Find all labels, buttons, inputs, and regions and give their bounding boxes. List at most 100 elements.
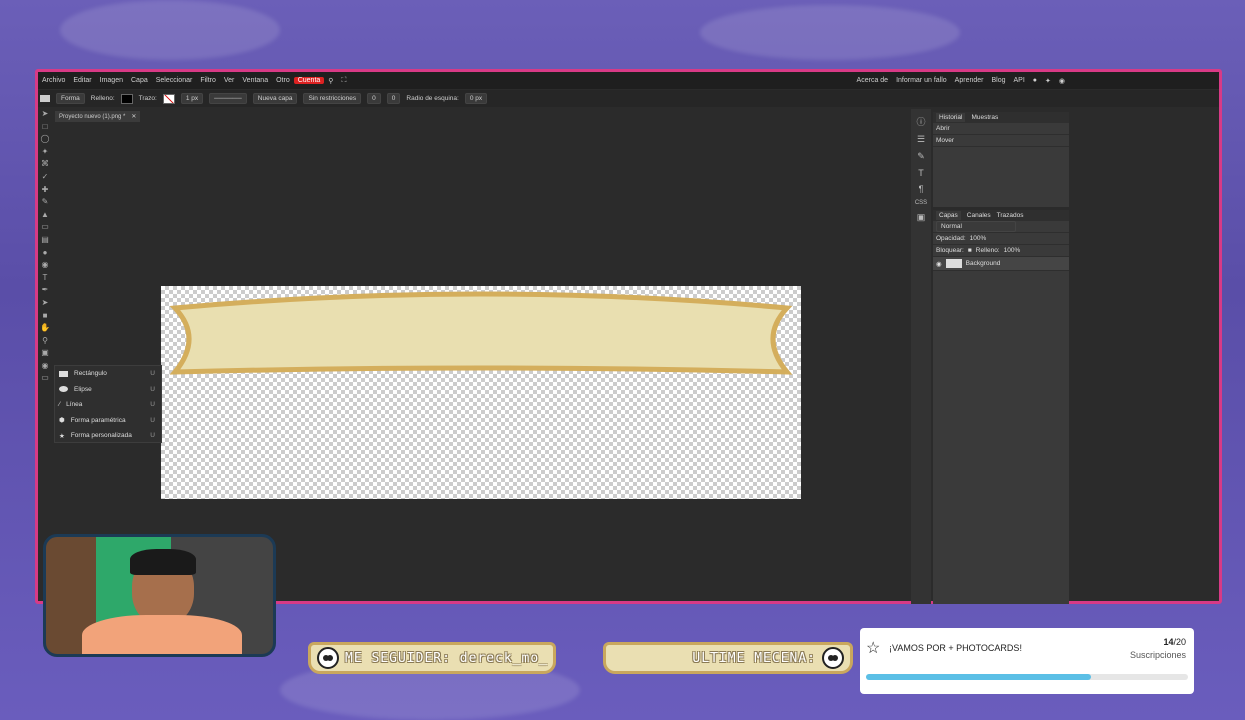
tab-trazados[interactable]: Trazados: [997, 212, 1024, 219]
link-informar-fallo[interactable]: Informar un fallo: [892, 77, 951, 84]
color-swatches-icon[interactable]: ▣: [41, 348, 49, 357]
flyout-custom[interactable]: ★ Forma personalizada U: [55, 428, 161, 444]
twitter-icon[interactable]: ✦: [1041, 77, 1055, 85]
move-tool-icon[interactable]: ➤: [42, 109, 49, 118]
flyout-ellipse[interactable]: Elipse U: [55, 382, 161, 398]
flyout-shortcut: U: [150, 370, 155, 378]
menu-capa[interactable]: Capa: [127, 77, 152, 84]
crop-tool-icon[interactable]: ⌘: [41, 159, 49, 168]
fill-swatch[interactable]: [120, 93, 133, 104]
character-icon[interactable]: T: [918, 168, 924, 178]
shape-tool-icon[interactable]: ■: [43, 311, 48, 320]
flyout-rectangle[interactable]: Rectángulo U: [55, 366, 161, 382]
layer-name: Background: [965, 260, 1001, 267]
tab-muestras[interactable]: Muestras: [971, 114, 998, 121]
magic-wand-icon[interactable]: ✦: [42, 147, 49, 156]
link-api[interactable]: API: [1009, 77, 1028, 84]
eye-icon[interactable]: ◉: [936, 260, 942, 268]
shape-tools-flyout: Rectángulo U Elipse U ∕ Línea U ⬢ Forma …: [54, 365, 162, 443]
stroke-swatch-none[interactable]: [162, 93, 175, 104]
menu-ver[interactable]: Ver: [220, 77, 239, 84]
history-entry[interactable]: Mover: [933, 135, 1069, 147]
brush-tool-icon[interactable]: ✎: [42, 197, 49, 206]
hand-tool-icon[interactable]: ✋: [40, 323, 50, 332]
healing-tool-icon[interactable]: ✚: [42, 185, 49, 194]
marquee-tool-icon[interactable]: □: [43, 122, 48, 131]
follower-text: ME SEGUIDER: dereck_mo_: [345, 650, 549, 666]
flyout-line[interactable]: ∕ Línea U: [55, 397, 161, 413]
width-input[interactable]: 0: [367, 93, 381, 104]
menu-cuenta[interactable]: Cuenta: [293, 77, 325, 84]
eyedropper-icon[interactable]: ✓: [42, 172, 49, 181]
menu-seleccionar[interactable]: Seleccionar: [152, 77, 197, 84]
document-tab-title: Proyecto nuevo (1).png *: [59, 113, 126, 120]
menu-otro[interactable]: Otro: [272, 77, 294, 84]
dodge-tool-icon[interactable]: ◉: [42, 260, 49, 269]
link-acerca[interactable]: Acerca de: [853, 77, 893, 84]
lasso-tool-icon[interactable]: ◯: [41, 134, 50, 143]
document-canvas[interactable]: [161, 286, 801, 499]
pen-tool-icon[interactable]: ✒: [42, 285, 49, 294]
stroke-style-select[interactable]: ──────: [209, 93, 247, 104]
properties-icon[interactable]: ☰: [917, 134, 925, 145]
css-icon[interactable]: CSS: [915, 200, 927, 206]
lock-icon[interactable]: ■: [968, 247, 972, 254]
ribbon-shape: [169, 291, 793, 375]
menu-editar[interactable]: Editar: [69, 77, 95, 84]
path-select-icon[interactable]: ➤: [42, 298, 49, 307]
facebook-icon[interactable]: ◉: [1055, 77, 1069, 85]
patron-text: ULTIME MECENA:: [692, 650, 816, 666]
document-tab[interactable]: Proyecto nuevo (1).png * ✕: [55, 111, 141, 122]
flyout-shortcut: U: [150, 401, 155, 409]
shape-mode-select[interactable]: Forma: [56, 93, 85, 104]
layer-mode-select[interactable]: Nueva capa: [252, 93, 298, 104]
tab-capas[interactable]: Capas: [936, 211, 961, 220]
zoom-tool-icon[interactable]: ⚲: [42, 336, 48, 345]
screen-mode-icon[interactable]: ▭: [41, 373, 49, 382]
subscription-goal-widget: ☆ ¡VAMOS POR + PHOTOCARDS! 14/20 Suscrip…: [860, 628, 1194, 694]
info-icon[interactable]: ⓘ: [916, 115, 925, 128]
text-tool-icon[interactable]: T: [43, 273, 48, 282]
menu-filtro[interactable]: Filtro: [196, 77, 220, 84]
stroke-width-select[interactable]: 1 px: [180, 93, 204, 104]
menu-archivo[interactable]: Archivo: [38, 77, 69, 84]
link-aprender[interactable]: Aprender: [951, 77, 988, 84]
layer-row[interactable]: ◉ Background: [933, 257, 1069, 271]
tab-historial[interactable]: Historial: [936, 113, 966, 122]
goal-count: 14/20: [1163, 637, 1186, 647]
ellipse-icon: [59, 386, 68, 393]
gradient-tool-icon[interactable]: ▤: [41, 235, 49, 244]
eraser-tool-icon[interactable]: ▭: [41, 222, 49, 231]
constraint-select[interactable]: Sin restricciones: [303, 93, 362, 104]
flyout-label: Elipse: [74, 385, 92, 393]
goal-title: ¡VAMOS POR + PHOTOCARDS!: [889, 643, 1022, 653]
menu-right-links: Acerca de Informar un fallo Aprender Blo…: [853, 77, 1219, 85]
flyout-label: Rectángulo: [74, 370, 107, 378]
fill-value[interactable]: 100%: [1004, 247, 1021, 254]
reddit-icon[interactable]: ●: [1029, 77, 1041, 84]
radius-input[interactable]: 0 px: [464, 93, 488, 104]
goal-progress-track: [866, 674, 1188, 680]
lock-label: Bloquear:: [936, 247, 964, 254]
image-icon[interactable]: ▣: [917, 212, 926, 223]
height-input[interactable]: 0: [386, 93, 401, 104]
flyout-parametric[interactable]: ⬢ Forma paramétrica U: [55, 413, 161, 429]
search-icon[interactable]: ⚲: [324, 77, 337, 85]
opacity-value[interactable]: 100%: [970, 235, 987, 242]
quick-mask-icon[interactable]: ◉: [42, 361, 49, 370]
menu-imagen[interactable]: Imagen: [96, 77, 127, 84]
line-icon: ∕: [59, 401, 61, 409]
tab-canales[interactable]: Canales: [967, 212, 991, 219]
history-entry[interactable]: Abrir: [933, 123, 1069, 135]
paragraph-icon[interactable]: ¶: [919, 184, 924, 194]
blur-tool-icon[interactable]: ●: [43, 248, 48, 257]
menu-ventana[interactable]: Ventana: [238, 77, 272, 84]
link-blog[interactable]: Blog: [987, 77, 1009, 84]
stamp-tool-icon[interactable]: ▲: [41, 210, 49, 219]
radius-label: Radio de esquina:: [406, 95, 459, 102]
fullscreen-icon[interactable]: ⛶: [337, 77, 350, 85]
close-icon[interactable]: ✕: [131, 113, 136, 120]
layers-panel: Capas Canales Trazados Normal Opacidad: …: [933, 210, 1069, 604]
brush-settings-icon[interactable]: ✎: [917, 151, 925, 162]
blend-mode-select[interactable]: Normal: [936, 221, 1016, 232]
